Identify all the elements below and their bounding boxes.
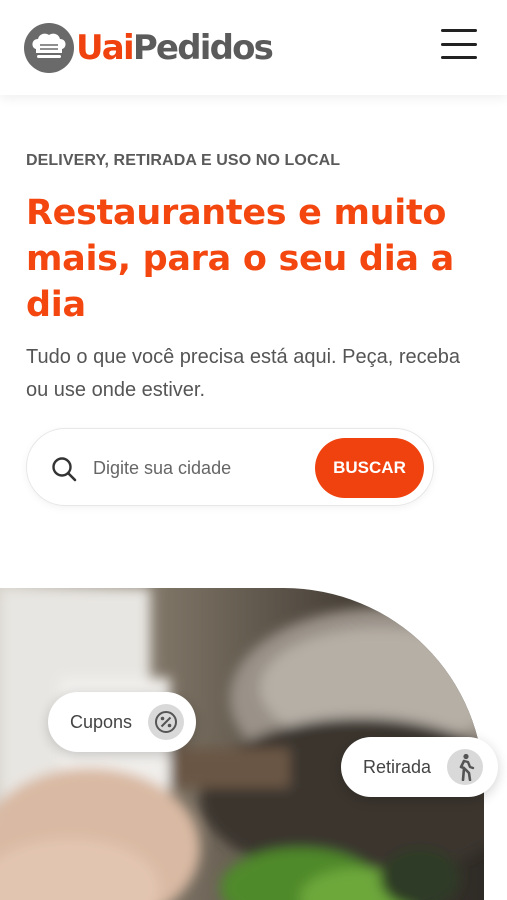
chef-hat-icon [24, 22, 74, 73]
logo-text-accent: Uai [76, 27, 135, 68]
city-search-bar: BUSCAR [26, 428, 434, 506]
logo-text-main: Pedidos [132, 27, 274, 68]
menu-line [441, 42, 477, 46]
hero-eyebrow: DELIVERY, RETIRADA E USO NO LOCAL [26, 152, 341, 169]
city-search-input[interactable] [93, 449, 313, 487]
uaipedidos-logo[interactable]: UaiPedidos [24, 22, 274, 73]
hero-subtitle: Tudo o que você precisa está aqui. Peça,… [26, 346, 460, 401]
menu-line [441, 29, 477, 32]
site-header: UaiPedidos [0, 0, 507, 95]
logo-wordmark: UaiPedidos [76, 27, 274, 68]
search-button[interactable]: BUSCAR [315, 438, 424, 498]
percent-badge-icon [148, 704, 185, 740]
chip-label: Retirada [363, 756, 432, 777]
walking-person-icon [447, 749, 484, 785]
hamburger-menu-icon[interactable] [441, 29, 477, 59]
menu-line [441, 56, 477, 59]
chip-label: Cupons [70, 711, 133, 732]
hero-headline: Restaurantes e muito mais, para o seu di… [26, 193, 454, 325]
feature-chip-cupons: Cupons [48, 692, 196, 752]
feature-chip-retirada: Retirada [341, 737, 498, 797]
search-icon [51, 456, 77, 482]
